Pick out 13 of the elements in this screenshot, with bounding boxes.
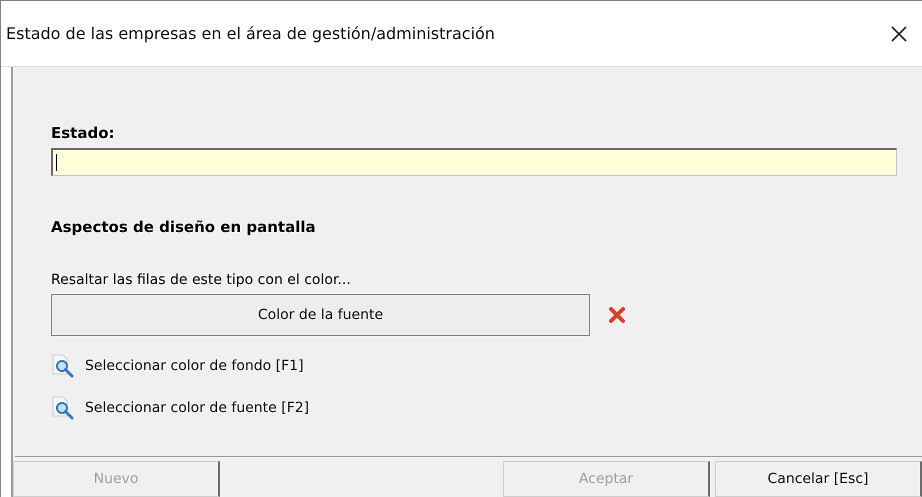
estado-field[interactable] — [51, 148, 897, 176]
section-heading: Aspectos de diseño en pantalla — [51, 218, 316, 236]
color-button[interactable]: Color de la fuente — [51, 294, 590, 336]
delete-icon[interactable] — [608, 306, 626, 324]
window-title: Estado de las empresas en el área de gestión/administración — [6, 24, 496, 43]
estado-label: Estado: — [51, 124, 115, 142]
select-color-link[interactable]: Seleccionar color de fondo [F1] — [85, 358, 304, 374]
hint-text: Resaltar las filas de este tipo con el color... — [51, 272, 351, 288]
document-search-icon[interactable] — [51, 396, 75, 420]
footer-button[interactable]: Cancelar [Esc] — [715, 461, 922, 497]
select-color-link[interactable]: Seleccionar color de fuente [F2] — [85, 400, 310, 416]
close-icon[interactable] — [890, 24, 908, 42]
document-search-icon[interactable] — [51, 354, 75, 378]
